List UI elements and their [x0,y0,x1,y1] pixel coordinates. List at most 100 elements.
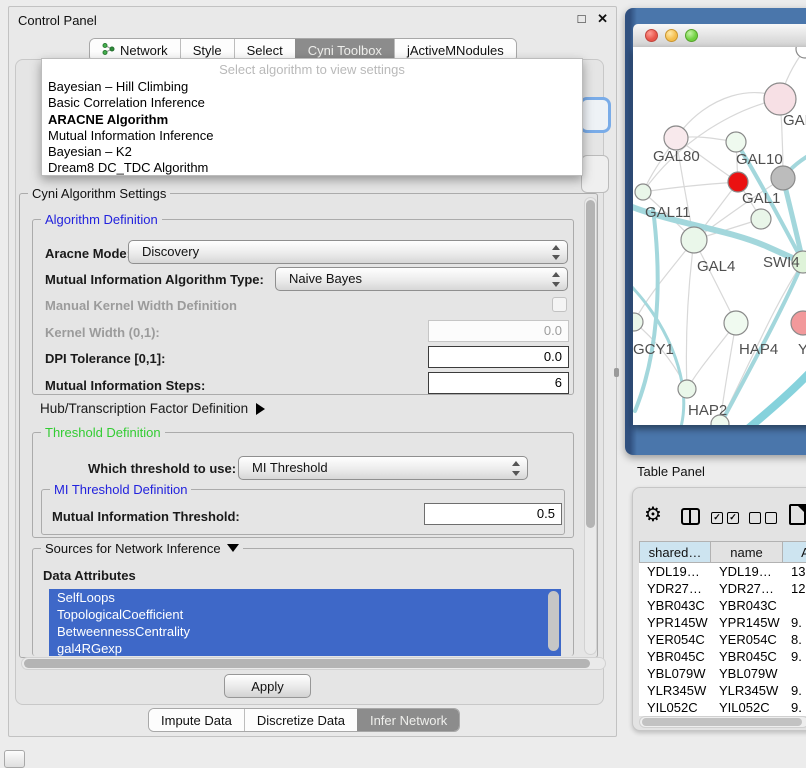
zoom-traffic-light-icon[interactable] [685,29,698,42]
close-traffic-light-icon[interactable] [645,29,658,42]
which-threshold-value: MI Threshold [252,460,328,475]
network-node[interactable] [728,172,748,192]
aracne-mode-select[interactable]: Discovery [128,240,568,264]
network-node-gal[interactable] [764,83,796,115]
select-all-checkbox-icon[interactable]: ✓ [711,512,723,524]
column-header-name[interactable]: name [711,541,783,563]
network-node-gal10[interactable] [726,132,746,152]
scrollbar-thumb[interactable] [586,200,595,528]
network-view-window[interactable]: GALGAL80GAL10GAL1GAL11SWI4GAL4GCY1HAP4YH… [625,8,806,455]
table-cell: YER054C [711,631,783,648]
table-cell: YBL079W [711,665,783,682]
menu-item-dream8-dc-tdc-algorithm[interactable]: Dream8 DC_TDC Algorithm [42,160,582,176]
table-row[interactable]: YBR045CYBR045C9. [639,648,806,665]
network-node-gal80[interactable] [664,126,688,150]
table-row[interactable]: YER054CYER054C8. [639,631,806,648]
sources-legend[interactable]: Sources for Network Inference [41,541,243,556]
table-cell: 9. [783,682,806,699]
network-node[interactable] [771,166,795,190]
columns-icon[interactable] [681,508,700,525]
collapsed-arrow-icon [256,403,265,415]
mutual-information-threshold-label: Mutual Information Threshold: [52,509,240,524]
attribute-item-betweennesscentrality[interactable]: BetweennessCentrality [49,623,561,640]
manual-kernel-width-checkbox[interactable] [552,297,567,312]
table-cell: YPR145W [711,614,783,631]
menu-item-mutual-information-inference[interactable]: Mutual Information Inference [42,128,582,144]
menu-item-bayesian-k2[interactable]: Bayesian – K2 [42,144,582,160]
menu-item-bayesian-hill-climbing[interactable]: Bayesian – Hill Climbing [42,79,582,95]
scrollbar-thumb[interactable] [24,659,590,668]
data-attributes-list[interactable]: SelfLoopsTopologicalCoefficientBetweenne… [49,589,561,656]
table-cell: YDR27… [639,580,711,597]
network-canvas[interactable]: GALGAL80GAL10GAL1GAL11SWI4GAL4GCY1HAP4YH… [633,47,806,425]
gear-icon[interactable]: ⚙ [644,505,662,525]
attribute-item-gal4rgexp[interactable]: gal4RGexp [49,640,561,656]
settings-horizontal-scrollbar[interactable] [21,657,606,670]
hub-definition-disclosure[interactable]: Hub/Transcription Factor Definition [40,401,265,416]
node-label-hap4: HAP4 [739,341,778,358]
table-cell: 9. [783,648,806,665]
network-node-hap4[interactable] [724,311,748,335]
panel-splitter-handle[interactable] [614,368,619,377]
deselect-all-checkbox-icon[interactable] [765,512,777,524]
menu-item-basic-correlation-inference[interactable]: Basic Correlation Inference [42,95,582,111]
column-header-shared[interactable]: shared… [639,541,711,563]
which-threshold-label: Which threshold to use: [88,461,236,476]
table-horizontal-scrollbar[interactable] [639,716,806,728]
close-window-icon[interactable]: ✕ [597,11,608,26]
desktop: { "colors": { "selection_blue": "#3e68c8… [0,0,806,762]
mutual-information-threshold-field[interactable]: 0.5 [424,503,562,525]
column-header-a[interactable]: A [783,541,806,563]
network-node[interactable] [796,47,806,58]
algorithm-dropdown-placeholder: Select algorithm to view settings [42,62,582,77]
tab-impute-data[interactable]: Impute Data [149,709,244,731]
tab-infer-network[interactable]: Infer Network [357,709,459,731]
network-node-gal11[interactable] [635,184,651,200]
aracne-mode-label: Aracne Mode: [45,246,131,261]
table-cell: YER054C [639,631,711,648]
table-row[interactable]: YBR043CYBR043C [639,597,806,614]
mi-algorithm-type-select[interactable]: Naive Bayes [275,267,568,291]
minimize-traffic-light-icon[interactable] [665,29,678,42]
network-node-hap2[interactable] [678,380,696,398]
dpi-tolerance-label: DPI Tolerance [0,1]: [45,351,165,366]
mi-threshold-definition-legend: MI Threshold Definition [50,482,191,497]
attribute-item-selfloops[interactable]: SelfLoops [49,589,561,606]
control-panel-window: Control Panel □ ✕ NetworkStyleSelectCyni… [8,6,617,737]
which-threshold-select[interactable]: MI Threshold [238,456,528,480]
tab-discretize-data[interactable]: Discretize Data [244,709,357,731]
mi-steps-field[interactable]: 6 [428,372,569,394]
table-row[interactable]: YBL079WYBL079W [639,665,806,682]
export-table-icon[interactable] [789,504,806,525]
table-row[interactable]: YIL052CYIL052C9. [639,699,806,716]
mi-steps-label: Mutual Information Steps: [45,378,205,393]
float-window-icon[interactable]: □ [578,11,586,26]
network-window-titlebar[interactable] [633,24,806,48]
table-cell: YBR045C [711,648,783,665]
settings-vertical-scrollbar[interactable] [584,197,597,655]
menu-item-aracne-algorithm[interactable]: ARACNE Algorithm [42,112,582,128]
table-row[interactable]: YDL19…YDL19…13 [639,563,806,580]
attributes-scrollbar[interactable] [548,591,559,651]
table-cell: YDR27… [711,580,783,597]
expanded-arrow-icon [227,544,239,552]
table-row[interactable]: YLR345WYLR345W9. [639,682,806,699]
select-all-checkbox-icon[interactable]: ✓ [727,512,739,524]
apply-button[interactable]: Apply [224,674,311,698]
scrollbar-thumb[interactable] [642,718,802,726]
table-row[interactable]: YDR27…YDR27…12 [639,580,806,597]
deselect-all-checkbox-icon[interactable] [749,512,761,524]
table-row[interactable]: YPR145WYPR145W9. [639,614,806,631]
dpi-tolerance-field[interactable]: 0.0 [428,346,569,368]
network-graph: GALGAL80GAL10GAL1GAL11SWI4GAL4GCY1HAP4YH… [633,47,806,425]
attribute-item-topologicalcoefficient[interactable]: TopologicalCoefficient [49,606,561,623]
network-node-gal4[interactable] [681,227,707,253]
table-panel-window: ⚙ ✓ ✓ shared…nameA YDL19…YDL19…13YDR27…Y… [632,487,806,731]
table-cell: YDL19… [711,563,783,580]
collapsed-panel-button[interactable] [4,750,25,768]
table-body: YDL19…YDL19…13YDR27…YDR27…12YBR043CYBR04… [639,563,806,716]
network-node-gal1[interactable] [751,209,771,229]
network-node-y[interactable] [791,311,806,335]
network-nodes: GALGAL80GAL10GAL1GAL11SWI4GAL4GCY1HAP4YH… [633,47,806,425]
table-cell: 13 [783,563,806,580]
